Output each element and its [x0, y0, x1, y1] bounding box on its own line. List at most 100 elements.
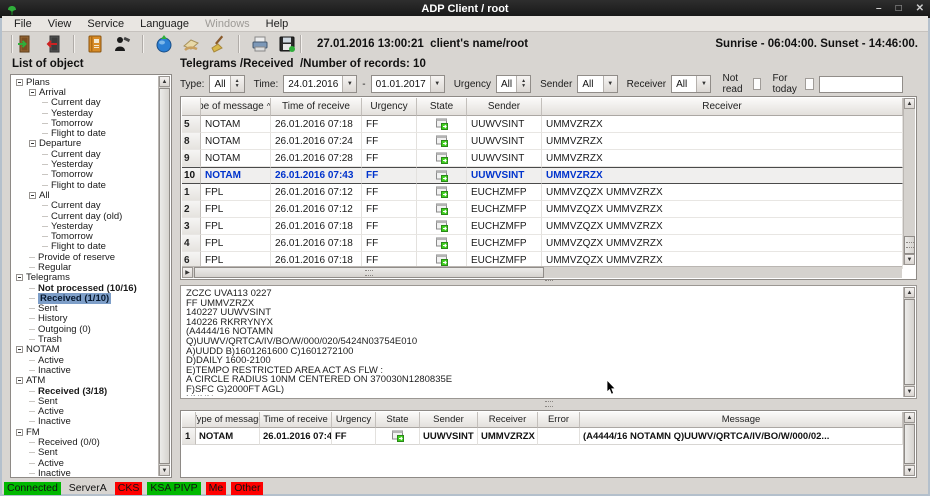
scrollbar-thumb[interactable] [904, 299, 915, 385]
tree-expander-icon[interactable] [29, 192, 36, 199]
tree-expander-icon[interactable] [29, 140, 36, 147]
receiver-filter-combo[interactable]: All [671, 75, 711, 93]
scroll-down-icon[interactable] [904, 386, 915, 397]
tree-item-provide-of-reserve[interactable]: Provide of reserve [12, 252, 158, 262]
scroll-up-icon[interactable] [904, 287, 915, 298]
tree-expander-icon[interactable] [16, 377, 23, 384]
address-book-icon[interactable] [85, 34, 105, 54]
column-header-time-of-receive[interactable]: Time of receive [271, 98, 362, 116]
tree-expander-icon[interactable] [29, 89, 36, 96]
menu-help[interactable]: Help [258, 17, 297, 31]
tree-item-received-3-18[interactable]: Received (3/18) [12, 386, 158, 396]
tree-item-telegrams[interactable]: Telegrams [12, 273, 158, 283]
column-header-receiver[interactable]: Receiver [542, 98, 903, 116]
scrollbar-thumb[interactable] [904, 236, 915, 254]
table-vscrollbar[interactable] [903, 98, 915, 265]
save-icon[interactable] [277, 34, 297, 54]
tree-item-yesterday[interactable]: Yesterday [12, 159, 158, 169]
tree-item-fm[interactable]: FM [12, 427, 158, 437]
tree-item-received-0-0[interactable]: Received (0/0) [12, 437, 158, 447]
column-header-message[interactable]: Message [580, 412, 903, 428]
tree-item-flight-to-date[interactable]: Flight to date [12, 242, 158, 252]
scrollbar-thumb[interactable] [159, 88, 170, 464]
table-hscrollbar[interactable] [182, 266, 902, 278]
column-header-receiver[interactable]: Receiver [478, 412, 538, 428]
tree-item-atm[interactable]: ATM [12, 376, 158, 386]
tree-item-plans[interactable]: Plans [12, 77, 158, 87]
date-from-combo[interactable]: 24.01.2016 [283, 75, 357, 93]
column-header-state[interactable]: State [376, 412, 420, 428]
chevron-down-icon[interactable] [430, 76, 444, 92]
tree-item-flight-to-date[interactable]: Flight to date [12, 128, 158, 138]
tree-item-notam[interactable]: NOTAM [12, 345, 158, 355]
tree-item-active[interactable]: Active [12, 355, 158, 365]
menu-view[interactable]: View [40, 17, 80, 31]
tree-item-current-day[interactable]: Current day [12, 98, 158, 108]
table-row[interactable]: 8NOTAM26.01.2016 07:24FFUUWVSINTUMMVZRZX [182, 133, 903, 150]
tree-item-yesterday[interactable]: Yesterday [12, 221, 158, 231]
spinner-icon[interactable] [230, 76, 244, 92]
tree-item-arrival[interactable]: Arrival [12, 87, 158, 97]
column-header-type-of-message[interactable]: Type of message [196, 412, 260, 428]
column-header-urgency[interactable]: Urgency [332, 412, 376, 428]
column-header-row-number[interactable] [182, 98, 201, 116]
tree-item-current-day[interactable]: Current day [12, 201, 158, 211]
tree-item-not-processed-10-16[interactable]: Not processed (10/16) [12, 283, 158, 293]
column-header-sender[interactable]: Sender [467, 98, 542, 116]
login-door-icon[interactable] [16, 34, 36, 54]
table-row[interactable]: 5NOTAM26.01.2016 07:18FFUUWVSINTUMMVZRZX [182, 116, 903, 133]
not-read-checkbox[interactable] [753, 78, 762, 90]
tree-item-current-day-old[interactable]: Current day (old) [12, 211, 158, 221]
clean-icon[interactable] [208, 34, 228, 54]
tree-item-sent[interactable]: Sent [12, 396, 158, 406]
chevron-down-icon[interactable] [342, 76, 356, 92]
table-row[interactable]: 10NOTAM26.01.2016 07:43FFUUWVSINTUMMVZRZ… [182, 167, 903, 184]
table-row[interactable]: 9NOTAM26.01.2016 07:28FFUUWVSINTUMMVZRZX [182, 150, 903, 167]
tree-item-tomorrow[interactable]: Tomorrow [12, 170, 158, 180]
for-today-checkbox[interactable] [805, 78, 814, 90]
tree-item-sent[interactable]: Sent [12, 448, 158, 458]
bottom-table-vscrollbar[interactable] [903, 412, 915, 476]
table-row[interactable]: 2FPL26.01.2016 07:12FFEUCHZMFPUMMVZQZX U… [182, 201, 903, 218]
maximize-button[interactable]: □ [896, 4, 902, 14]
tree-item-departure[interactable]: Departure [12, 139, 158, 149]
tree-item-trash[interactable]: Trash [12, 334, 158, 344]
send-telegram-icon[interactable] [181, 34, 201, 54]
tree-item-regular[interactable]: Regular [12, 262, 158, 272]
column-header-time-of-receive[interactable]: Time of receive [260, 412, 332, 428]
scrollbar-thumb[interactable] [904, 424, 915, 464]
sender-filter-combo[interactable]: All [577, 75, 617, 93]
scroll-down-icon[interactable] [904, 465, 915, 476]
splitter-handle[interactable] [180, 401, 917, 406]
telegram-message-view[interactable]: ZCZC UVA113 0227 FF UMMVZRZX 140227 UUWV… [180, 285, 917, 399]
tree-expander-icon[interactable] [16, 79, 23, 86]
tree-item-received-1-10[interactable]: Received (1/10) [12, 293, 158, 303]
close-button[interactable]: ✕ [916, 4, 924, 14]
type-filter-combo[interactable]: All [209, 75, 244, 93]
column-header-state[interactable]: State [417, 98, 467, 116]
tree-item-history[interactable]: History [12, 314, 158, 324]
column-header-urgency[interactable]: Urgency [362, 98, 417, 116]
column-header-type-of-message[interactable]: Type of message^ [201, 98, 271, 116]
scroll-down-icon[interactable] [159, 465, 170, 476]
tree-item-inactive[interactable]: Inactive [12, 365, 158, 375]
column-header-row-number[interactable] [182, 412, 196, 428]
tree-expander-icon[interactable] [16, 346, 23, 353]
tree-item-yesterday[interactable]: Yesterday [12, 108, 158, 118]
menu-language[interactable]: Language [132, 17, 197, 31]
scroll-right-icon[interactable] [182, 267, 193, 278]
user-session-icon[interactable] [112, 34, 132, 54]
globe-icon[interactable] [154, 34, 174, 54]
tree-scrollbar[interactable] [158, 76, 170, 476]
scroll-down-icon[interactable] [904, 254, 915, 265]
table-row[interactable]: 1FPL26.01.2016 07:12FFEUCHZMFPUMMVZQZX U… [182, 184, 903, 201]
message-vscrollbar[interactable] [903, 287, 915, 397]
tree-item-sent[interactable]: Sent [12, 304, 158, 314]
column-header-error[interactable]: Error [538, 412, 580, 428]
column-header-sender[interactable]: Sender [420, 412, 478, 428]
scroll-up-icon[interactable] [904, 412, 915, 423]
logout-door-icon[interactable] [43, 34, 63, 54]
tree-item-tomorrow[interactable]: Tomorrow [12, 231, 158, 241]
menu-file[interactable]: File [6, 17, 40, 31]
tree-item-active[interactable]: Active [12, 458, 158, 468]
